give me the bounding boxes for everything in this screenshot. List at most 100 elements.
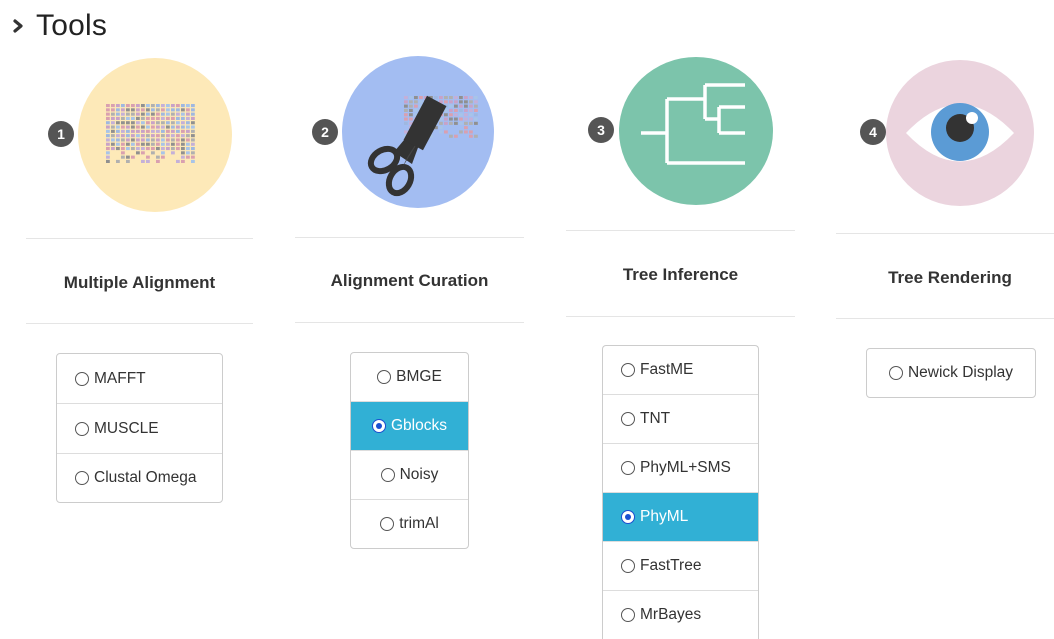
alignment-cell — [449, 108, 453, 112]
alignment-cell — [106, 104, 110, 108]
radio-icon[interactable] — [888, 366, 903, 380]
option-trimal[interactable]: trimAl — [351, 499, 468, 548]
step-1-circle — [78, 58, 232, 212]
step-3-badge: 3 — [588, 117, 614, 143]
alignment-cell — [151, 104, 155, 108]
alignment-cell — [111, 129, 115, 133]
alignment-cell — [126, 155, 130, 159]
alignment-cell — [151, 138, 155, 142]
alignment-cell — [181, 129, 185, 133]
step-3-circle — [619, 57, 773, 205]
alignment-cell — [156, 121, 160, 125]
alignment-cell — [166, 129, 170, 133]
alignment-cell — [464, 96, 468, 100]
alignment-cell — [116, 121, 120, 125]
option-fastme[interactable]: FastME — [603, 346, 758, 394]
alignment-cell — [111, 134, 115, 138]
alignment-cell — [146, 125, 150, 129]
option-phyml-sms[interactable]: PhyML+SMS — [603, 443, 758, 492]
alignment-cell — [146, 138, 150, 142]
alignment-cell — [474, 100, 478, 104]
radio-icon[interactable] — [621, 363, 635, 377]
alignment-cell — [121, 138, 125, 142]
alignment-cell — [176, 129, 180, 133]
alignment-cell — [404, 113, 408, 117]
alignment-cell — [136, 151, 140, 155]
alignment-cell — [186, 104, 190, 108]
alignment-cell — [106, 121, 110, 125]
alignment-cell — [176, 147, 180, 151]
option-label: BMGE — [396, 368, 442, 385]
option-noisy[interactable]: Noisy — [351, 450, 468, 499]
alignment-cell — [404, 108, 408, 112]
alignment-cell — [459, 130, 463, 134]
option-phyml[interactable]: PhyML — [603, 492, 758, 541]
alignment-cell — [136, 138, 140, 142]
alignment-cell — [156, 159, 160, 163]
alignment-cell — [459, 108, 463, 112]
alignment-cell — [161, 138, 165, 142]
option-tnt[interactable]: TNT — [603, 394, 758, 443]
alignment-cell — [141, 159, 145, 163]
alignment-cell — [131, 112, 135, 116]
radio-icon[interactable] — [621, 412, 635, 426]
alignment-cell — [156, 142, 160, 146]
alignment-cell — [404, 100, 408, 104]
alignment-cell — [151, 129, 155, 133]
radio-icon[interactable] — [621, 559, 635, 573]
alignment-cell — [449, 134, 453, 138]
alignment-cell — [469, 113, 473, 117]
option-mrbayes[interactable]: MrBayes — [603, 590, 758, 639]
alignment-cell — [111, 104, 115, 108]
option-clustal-omega[interactable]: Clustal Omega — [57, 453, 222, 502]
radio-icon[interactable] — [75, 421, 89, 436]
alignment-cell — [171, 108, 175, 112]
option-label: Clustal Omega — [94, 469, 197, 486]
alignment-cell — [459, 117, 463, 121]
radio-icon[interactable] — [380, 468, 395, 482]
alignment-cell — [409, 104, 413, 108]
radio-icon[interactable] — [75, 371, 89, 386]
alignment-cell — [161, 142, 165, 146]
alignment-cell — [156, 134, 160, 138]
option-muscle[interactable]: MUSCLE — [57, 403, 222, 453]
alignment-cell — [464, 130, 468, 134]
page-title: Tools — [36, 9, 108, 42]
alignment-cell — [181, 104, 185, 108]
alignment-cell — [126, 129, 130, 133]
alignment-cell — [136, 129, 140, 133]
option-gblocks[interactable]: Gblocks — [351, 401, 468, 450]
radio-icon[interactable] — [621, 510, 635, 524]
alignment-cell — [186, 151, 190, 155]
radio-icon[interactable] — [621, 461, 635, 475]
alignment-cell — [111, 142, 115, 146]
alignment-cell — [156, 138, 160, 142]
alignment-cell — [156, 104, 160, 108]
chevron-right-icon — [13, 19, 23, 33]
radio-icon[interactable] — [377, 370, 392, 384]
alignment-cell — [111, 121, 115, 125]
alignment-cell — [136, 104, 140, 108]
alignment-cell — [161, 125, 165, 129]
option-fasttree[interactable]: FastTree — [603, 541, 758, 590]
radio-icon[interactable] — [380, 517, 395, 531]
radio-icon[interactable] — [372, 419, 386, 433]
alignment-cell — [121, 104, 125, 108]
alignment-cell — [116, 147, 120, 151]
alignment-cell — [186, 121, 190, 125]
alignment-cell — [191, 108, 195, 112]
alignment-cell — [404, 121, 408, 125]
radio-icon[interactable] — [75, 471, 89, 485]
option-label: PhyML — [640, 508, 689, 525]
radio-icon[interactable] — [621, 608, 635, 622]
option-bmge[interactable]: BMGE — [351, 353, 468, 401]
option-newick-display[interactable]: Newick Display — [867, 349, 1035, 397]
alignment-cell — [186, 138, 190, 142]
option-mafft[interactable]: MAFFT — [57, 354, 222, 403]
alignment-cell — [454, 100, 458, 104]
step-4-circle — [886, 60, 1034, 206]
alignment-cell — [191, 151, 195, 155]
alignment-cell — [146, 129, 150, 133]
alignment-cell — [464, 108, 468, 112]
alignment-cell — [474, 108, 478, 112]
